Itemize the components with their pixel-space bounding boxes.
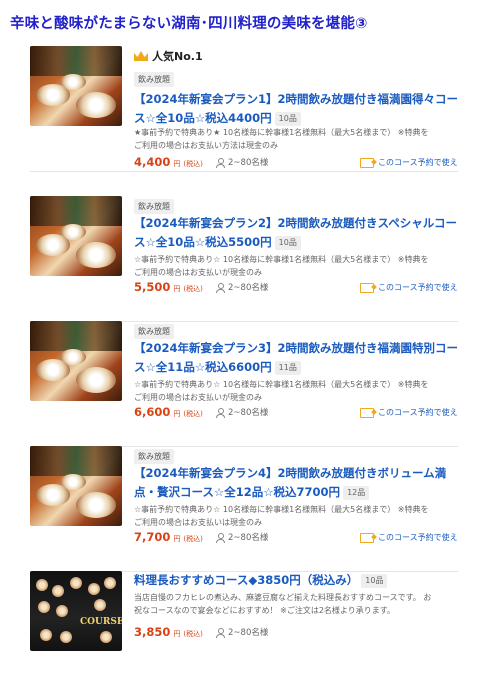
reserve-with-course-link[interactable]: このコース予約で使え: [360, 532, 460, 543]
reserve-link-label[interactable]: このコース予約で使え: [378, 157, 458, 168]
course-photo[interactable]: [30, 46, 122, 126]
course-card: 人気No.1 飲み放題 【2024年新宴会プラン1】2時間飲み放題付き福満園得々…: [28, 46, 460, 172]
party-size-value: 2~80名様: [228, 533, 269, 543]
category-tag: 飲み放題: [134, 324, 174, 339]
party-size-value: 2~80名様: [228, 628, 269, 638]
course-price: 7,700 円 (税込): [134, 530, 203, 544]
price-unit: 円: [173, 160, 181, 168]
course-photo[interactable]: [30, 196, 122, 276]
reserve-with-course-link[interactable]: このコース予約で使え: [360, 407, 460, 418]
page-title: 辛味と酸味がたまらない湖南･四川料理の美味を堪能③: [10, 16, 368, 32]
divider: [30, 171, 458, 172]
reserve-link-label[interactable]: このコース予約で使え: [378, 407, 458, 418]
course-note-line1: ★事前予約で特典あり★ 10名様毎に幹事様1名様無料（最大5名様まで） ※特典を: [134, 128, 429, 137]
category-tag: 飲み放題: [134, 449, 174, 464]
price-unit: 円: [173, 410, 181, 418]
course-note-line2: 祝なコースなので宴会などにおすすめ！ ※ご注文は2名様より承ります。: [134, 606, 395, 615]
course-price: 3,850 円 (税込): [134, 625, 203, 639]
course-note-line2: ご利用の場合はお支払いは現金のみ: [134, 518, 262, 527]
category-tag: 飲み放題: [134, 199, 174, 214]
person-icon: [216, 282, 225, 293]
category-tag: 飲み放題: [134, 72, 174, 87]
course-price: 4,400 円 (税込): [134, 155, 203, 169]
price-unit: 円: [173, 285, 181, 293]
party-size: 2~80名様: [216, 406, 268, 418]
person-icon: [216, 157, 225, 168]
course-price: 6,600 円 (税込): [134, 405, 203, 419]
course-note-line1: 当店自慢のフカヒレの煮込み、麻婆豆腐など揃えた料理長おすすめコースです。 お: [134, 593, 432, 602]
party-size-value: 2~80名様: [228, 158, 269, 168]
price-value: 7,700: [134, 530, 171, 544]
price-value: 6,600: [134, 405, 171, 419]
rank-label: 人気No.1: [152, 50, 203, 63]
person-icon: [216, 407, 225, 418]
price-unit: 円: [173, 535, 181, 543]
course-note-line2: ご利用の場合はお支払いが現金のみ: [134, 268, 262, 277]
party-size: 2~80名様: [216, 281, 268, 293]
tax-label: (税込): [183, 630, 203, 638]
course-name-text[interactable]: 料理長おすすめコース◆3850円（税込み）: [134, 573, 358, 587]
ticket-icon: [360, 407, 374, 418]
reserve-link-label[interactable]: このコース予約で使え: [378, 282, 458, 293]
price-unit: 円: [173, 630, 181, 638]
course-name-link[interactable]: 【2024年新宴会プラン1】2時間飲み放題付き福満園得々コース☆全10品☆税込4…: [134, 90, 464, 128]
dish-count-badge: 10品: [361, 573, 388, 588]
price-value: 3,850: [134, 625, 171, 639]
ticket-icon: [360, 532, 374, 543]
tax-label: (税込): [183, 160, 203, 168]
course-image-text: COURSE: [80, 617, 122, 627]
tax-label: (税込): [183, 285, 203, 293]
crown-icon: [134, 51, 148, 61]
tax-label: (税込): [183, 535, 203, 543]
dish-count-badge: 11品: [274, 360, 301, 375]
course-card: 飲み放題 【2024年新宴会プラン4】2時間飲み放題付きボリューム満点・贅沢コー…: [28, 446, 460, 572]
person-icon: [216, 532, 225, 543]
dish-count-badge: 10品: [274, 235, 301, 250]
party-size-value: 2~80名様: [228, 408, 269, 418]
price-value: 5,500: [134, 280, 171, 294]
course-card: 飲み放題 【2024年新宴会プラン3】2時間飲み放題付き福満園特別コース☆全11…: [28, 321, 460, 447]
course-name-link[interactable]: 料理長おすすめコース◆3850円（税込み） 10品: [134, 571, 464, 590]
course-photo[interactable]: [30, 321, 122, 401]
course-note: ☆事前予約で特典あり☆ 10名様毎に幹事様1名様無料（最大5名様まで） ※特典を…: [134, 503, 460, 529]
course-note: ★事前予約で特典あり★ 10名様毎に幹事様1名様無料（最大5名様まで） ※特典を…: [134, 126, 460, 152]
dish-count-badge: 12品: [343, 485, 370, 500]
course-note: ☆事前予約で特典あり☆ 10名様毎に幹事様1名様無料（最大5名様まで） ※特典を…: [134, 253, 460, 279]
course-price: 5,500 円 (税込): [134, 280, 203, 294]
course-card: COURSE 料理長おすすめコース◆3850円（税込み） 10品 当店自慢のフカヒ…: [28, 571, 458, 681]
course-note-line2: ご利用の場合はお支払い方法は現金のみ: [134, 141, 278, 150]
party-size-value: 2~80名様: [228, 283, 269, 293]
course-name-link[interactable]: 【2024年新宴会プラン2】2時間飲み放題付きスペシャルコース☆全10品☆税込5…: [134, 214, 464, 252]
reserve-with-course-link[interactable]: このコース予約で使え: [360, 157, 460, 168]
person-icon: [216, 627, 225, 638]
course-note-line1: ☆事前予約で特典あり☆ 10名様毎に幹事様1名様無料（最大5名様まで） ※特典を: [134, 380, 429, 389]
course-name-text[interactable]: 【2024年新宴会プラン4】2時間飲み放題付きボリューム満点・贅沢コース☆全12…: [134, 466, 446, 499]
course-name-link[interactable]: 【2024年新宴会プラン3】2時間飲み放題付き福満園特別コース☆全11品☆税込6…: [134, 339, 464, 377]
dish-count-badge: 10品: [274, 111, 301, 126]
party-size: 2~80名様: [216, 626, 268, 638]
reserve-with-course-link[interactable]: このコース予約で使え: [360, 282, 460, 293]
party-size: 2~80名様: [216, 156, 268, 168]
course-card: 飲み放題 【2024年新宴会プラン2】2時間飲み放題付きスペシャルコース☆全10…: [28, 196, 460, 322]
course-note-line1: ☆事前予約で特典あり☆ 10名様毎に幹事様1名様無料（最大5名様まで） ※特典を: [134, 255, 429, 264]
course-note-line1: ☆事前予約で特典あり☆ 10名様毎に幹事様1名様無料（最大5名様まで） ※特典を: [134, 505, 429, 514]
course-photo[interactable]: COURSE: [30, 571, 122, 651]
ticket-icon: [360, 282, 374, 293]
ticket-icon: [360, 157, 374, 168]
course-note-line2: ご利用の場合はお支払いが現金のみ: [134, 393, 262, 402]
course-photo[interactable]: [30, 446, 122, 526]
tax-label: (税込): [183, 410, 203, 418]
popularity-rank: 人気No.1: [134, 48, 203, 64]
course-note: 当店自慢のフカヒレの煮込み、麻婆豆腐など揃えた料理長おすすめコースです。 お 祝…: [134, 591, 460, 617]
course-name-link[interactable]: 【2024年新宴会プラン4】2時間飲み放題付きボリューム満点・贅沢コース☆全12…: [134, 464, 464, 502]
price-value: 4,400: [134, 155, 171, 169]
party-size: 2~80名様: [216, 531, 268, 543]
reserve-link-label[interactable]: このコース予約で使え: [378, 532, 458, 543]
course-note: ☆事前予約で特典あり☆ 10名様毎に幹事様1名様無料（最大5名様まで） ※特典を…: [134, 378, 460, 404]
